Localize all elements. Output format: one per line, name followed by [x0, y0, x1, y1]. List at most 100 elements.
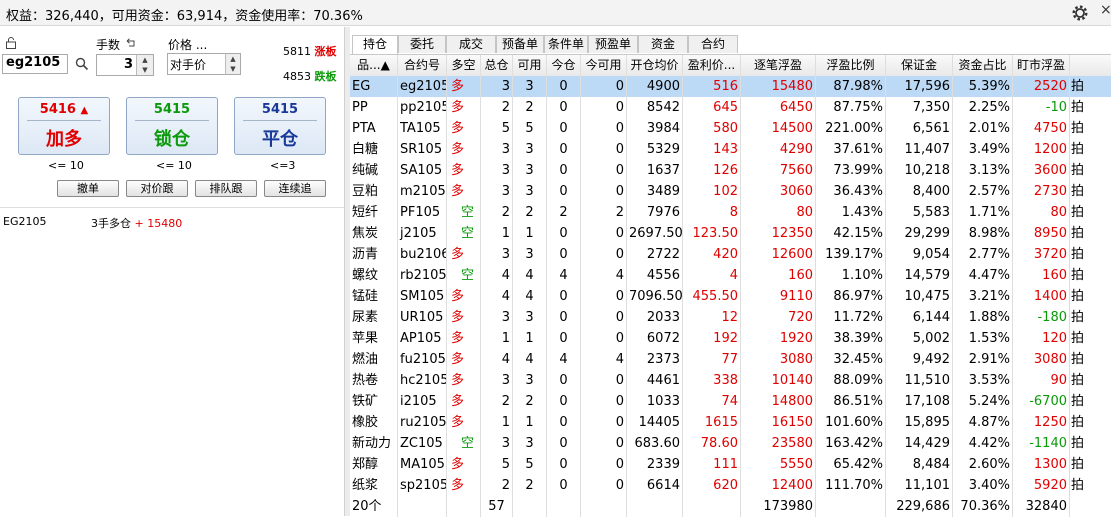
cell-trade-pnl: 16150 — [741, 412, 816, 433]
cell-product: 短纤 — [350, 202, 398, 223]
quantity-value: 3 — [123, 57, 133, 72]
symbol-value: eg2105 — [6, 55, 61, 70]
cell-fund-ratio: 2.91% — [953, 349, 1013, 370]
cell-today: 0 — [547, 181, 581, 202]
close-label: 平仓 — [262, 129, 298, 150]
tab-positions[interactable]: 持仓 — [352, 35, 398, 54]
cell-today-available: 0 — [581, 160, 627, 181]
table-row[interactable]: 郑醇 MA105 多 5 5 0 0 2339 111 5550 65.42% 8,484 2.60% 1… — [350, 454, 1111, 475]
table-row[interactable]: 焦炭 j2105 空 1 1 0 0 2697.50 123.50 12350 42.15% 29,2… — [350, 223, 1111, 244]
table-row[interactable]: 锰硅 SM105 多 4 4 0 0 7096.50 455.50 9110 86.97% 10,47… — [350, 286, 1111, 307]
search-icon[interactable] — [75, 57, 89, 71]
column-header-trade-pnl: 逐笔浮盈 — [741, 55, 816, 76]
cell-trade-pnl: 7560 — [741, 160, 816, 181]
cell-today: 0 — [547, 97, 581, 118]
table-row[interactable]: 豆粕 m2105 多 3 3 0 0 3489 102 3060 36.43% 8,400 2.57% 2… — [350, 181, 1111, 202]
tab-prepared-orders[interactable]: 预备单 — [496, 35, 544, 53]
table-row[interactable]: PP pp2105 多 2 2 0 0 8542 645 6450 87.75% 7,350 2.25%… — [350, 97, 1111, 118]
table-header[interactable]: 品...▲ 合约号 多空 总仓 可用 今仓 今可用 开仓均价 盈利价... 逐笔浮盈 浮盈比例 保证金… — [350, 55, 1111, 77]
cell-today: 0 — [547, 412, 581, 433]
tab-orders[interactable]: 委托 — [398, 35, 446, 53]
cell-pnl-ratio: 86.97% — [816, 286, 886, 307]
cell-product: 锰硅 — [350, 286, 398, 307]
table-row[interactable]: 苹果 AP105 多 1 1 0 0 6072 192 1920 38.39% 5,002 1.53% 1… — [350, 328, 1111, 349]
undo-icon[interactable] — [125, 37, 137, 47]
row-suffix: 拍 — [1071, 310, 1085, 325]
table-row[interactable]: 纸浆 sp2105 多 2 2 0 0 6614 620 12400 111.70% 11,101 3.… — [350, 475, 1111, 496]
cell-contract: j2105 — [398, 223, 447, 244]
cell-product: 苹果 — [350, 328, 398, 349]
table-row[interactable]: 燃油 fu2105 多 4 4 4 4 2373 77 3080 32.45% 9,492 2.91% 3… — [350, 349, 1111, 370]
cell-margin: 29,299 — [886, 223, 953, 244]
table-row[interactable]: 沥青 bu2106 多 3 3 0 0 2722 420 12600 139.17% 9,054 2.7… — [350, 244, 1111, 265]
cell-today-available: 4 — [581, 349, 627, 370]
table-row[interactable]: 橡胶 ru2105 多 1 1 0 0 14405 1615 16150 101.60% 15,895… — [350, 412, 1111, 433]
tab-profit-orders[interactable]: 预盈单 — [588, 35, 638, 53]
queue-follow-button[interactable]: 排队跟 — [195, 180, 257, 197]
table-row[interactable]: EG eg2105 多 3 3 0 0 4900 516 15480 87.98% 17,596 5.3… — [350, 76, 1111, 97]
table-row[interactable]: 尿素 UR105 多 3 3 0 0 2033 12 720 11.72% 6,144 1.88% -18… — [350, 307, 1111, 328]
tab-conditional-orders[interactable]: 条件单 — [544, 35, 588, 53]
tab-contracts[interactable]: 合约 — [688, 35, 738, 53]
cell-today-available: 0 — [581, 118, 627, 139]
price-type-select[interactable]: 对手价 ▲ ▼ — [167, 53, 241, 75]
cell-margin: 9,492 — [886, 349, 953, 370]
cell-today-available: 0 — [581, 244, 627, 265]
cell-pnl-ratio: 65.42% — [816, 454, 886, 475]
cancel-order-button[interactable]: 撤单 — [57, 180, 119, 197]
cell-trade-pnl: 23580 — [741, 433, 816, 454]
cell-direction: 空 — [447, 433, 481, 454]
tab-funds[interactable]: 资金 — [638, 35, 688, 53]
cell-total: 2 — [481, 202, 513, 223]
cell-pnl-ratio: 36.43% — [816, 181, 886, 202]
cell-product: 白糖 — [350, 139, 398, 160]
cell-total: 2 — [481, 391, 513, 412]
cell-contract: SA105 — [398, 160, 447, 181]
quantity-stepper[interactable]: 3 ▲ ▼ — [96, 54, 154, 76]
buy-limit: <= 10 — [48, 159, 84, 172]
table-row[interactable]: 纯碱 SA105 多 3 3 0 0 1637 126 7560 73.99% 10,218 3.13%… — [350, 160, 1111, 181]
cell-total: 5 — [481, 118, 513, 139]
cell-total: 3 — [481, 181, 513, 202]
cell-profit-price: 12 — [683, 307, 741, 328]
gear-icon[interactable] — [1070, 3, 1090, 23]
cell-today: 0 — [547, 118, 581, 139]
table-row[interactable]: 铁矿 i2105 多 2 2 0 0 1033 74 14800 86.51% 17,108 5.24%… — [350, 391, 1111, 412]
table-row[interactable]: 短纤 PF105 空 2 2 2 2 7976 8 80 1.43% 5,583 1.71% 80 拍 — [350, 202, 1111, 223]
cell-profit-price: 4 — [683, 265, 741, 286]
table-row[interactable]: 螺纹 rb2105 空 4 4 4 4 4556 4 160 1.10% 14,579 4.47% 160… — [350, 265, 1111, 286]
close-icon[interactable]: × — [1100, 2, 1111, 18]
cell-open-avg: 6072 — [627, 328, 683, 349]
cell-profit-price: 143 — [683, 139, 741, 160]
symbol-input[interactable]: eg2105 — [2, 54, 68, 74]
continuous-chase-button[interactable]: 连续追 — [264, 180, 326, 197]
tab-trades[interactable]: 成交 — [446, 35, 496, 53]
counter-price-follow-button[interactable]: 对价跟 — [126, 180, 188, 197]
cell-fund-ratio: 3.40% — [953, 475, 1013, 496]
cell-mtm-pnl: 80 — [1013, 202, 1070, 223]
table-row[interactable]: 热卷 hc2105 多 3 3 0 0 4461 338 10140 88.09% 11,510 3.5… — [350, 370, 1111, 391]
price-type-spin[interactable]: ▲ ▼ — [225, 54, 240, 74]
table-row[interactable]: 新动力 ZC105 空 3 3 0 0 683.60 78.60 23580 163.42% 14,4… — [350, 433, 1111, 454]
cell-today-available: 0 — [581, 433, 627, 454]
column-header-mtm-pnl: 盯市浮盈 — [1013, 55, 1070, 76]
lock-icon[interactable] — [5, 37, 17, 49]
table-footer[interactable]: 20个 57 173980 229,686 70.36% 32840 — [350, 496, 1111, 517]
table-row[interactable]: PTA TA105 多 5 5 0 0 3984 580 14500 221.00% 6,561 2.0… — [350, 118, 1111, 139]
lock-position-button[interactable]: 5415 锁仓 — [126, 97, 218, 155]
column-header-today-available: 今可用 — [581, 55, 627, 76]
price-label[interactable]: 价格 ... — [168, 36, 207, 53]
quantity-spin[interactable]: ▲ ▼ — [136, 55, 153, 75]
cell-open-avg: 683.60 — [627, 433, 683, 454]
close-position-button[interactable]: 5415 平仓 — [234, 97, 326, 155]
buy-long-button[interactable]: 5416 ▲ 加多 — [18, 97, 110, 155]
cell-trade-pnl: 12400 — [741, 475, 816, 496]
limit-down-price: 4853 跌板 — [283, 70, 337, 83]
cell-fund-ratio: 1.88% — [953, 307, 1013, 328]
cell-total: 3 — [481, 307, 513, 328]
cell-open-avg: 7976 — [627, 202, 683, 223]
cell-open-avg: 8542 — [627, 97, 683, 118]
table-row[interactable]: 白糖 SR105 多 3 3 0 0 5329 143 4290 37.61% 11,407 3.49%… — [350, 139, 1111, 160]
cell-total: 4 — [481, 286, 513, 307]
cell-available: 3 — [513, 76, 547, 97]
